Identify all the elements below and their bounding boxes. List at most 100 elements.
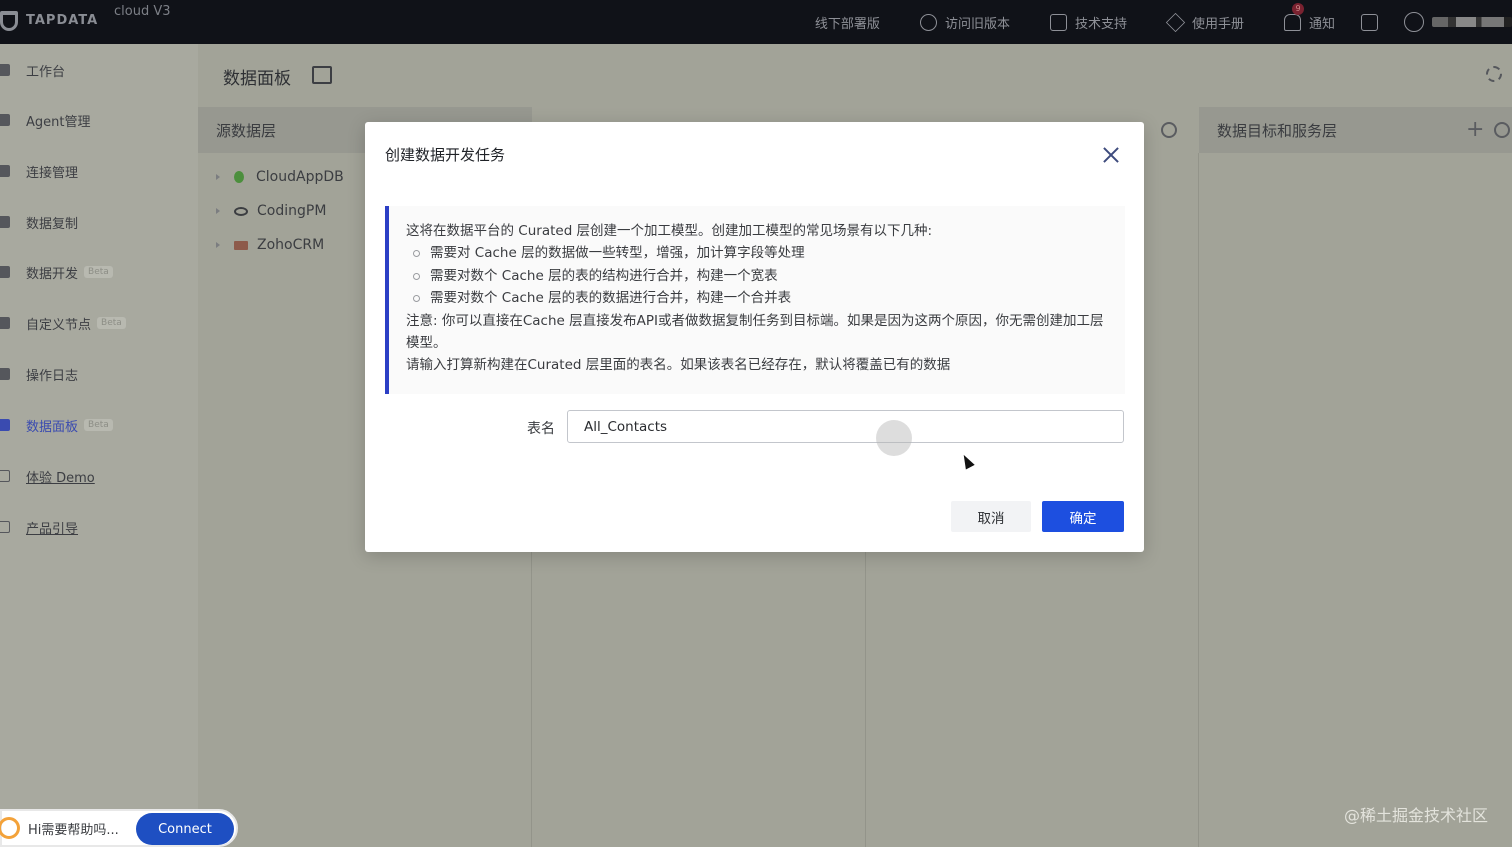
- add-icon[interactable]: +: [1466, 119, 1484, 141]
- connect-button[interactable]: Connect: [136, 813, 234, 845]
- sidebar-item-label: 数据面板: [26, 419, 79, 435]
- sidebar-item-workbench[interactable]: 工作台: [0, 55, 198, 85]
- sidebar-item-label: 数据复制: [26, 216, 79, 232]
- connection-icon: [0, 165, 10, 177]
- sidebar-item-label: Agent管理: [26, 114, 91, 130]
- close-icon[interactable]: [1102, 146, 1120, 164]
- expand-caret-icon[interactable]: [216, 174, 220, 180]
- support-label: 技术支持: [1074, 16, 1127, 32]
- app-switch-button[interactable]: [1361, 13, 1378, 31]
- custom-node-icon: [0, 317, 10, 329]
- mysql-icon: [234, 206, 248, 216]
- notification-link[interactable]: 9 通知: [1283, 2, 1335, 32]
- manual-icon: [1165, 12, 1186, 32]
- sidebar-item-operation-log[interactable]: 操作日志: [0, 359, 198, 389]
- offline-deploy-label: 线下部署版: [814, 16, 880, 32]
- add-window-icon: [1361, 13, 1378, 31]
- search-icon[interactable]: [1494, 122, 1510, 138]
- info-bullet: 需要对数个 Cache 层的表的数据进行合并，构建一个合并表: [406, 287, 1109, 309]
- support-icon: [1049, 13, 1067, 31]
- target-layer-title: 数据目标和服务层: [1217, 121, 1338, 140]
- tree-item-zohocrm[interactable]: ZohoCRM: [216, 237, 324, 253]
- sidebar-item-replication[interactable]: 数据复制: [0, 207, 198, 237]
- table-name-input[interactable]: [567, 410, 1124, 443]
- sidebar-item-label: 数据开发: [26, 266, 79, 282]
- logo-subtitle: cloud V3: [114, 4, 171, 19]
- search-icon[interactable]: [1161, 122, 1177, 138]
- logo-text: TAPDATA: [26, 13, 99, 28]
- user-menu[interactable]: [1404, 12, 1512, 32]
- table-name-label: 表名: [527, 421, 555, 437]
- expand-caret-icon[interactable]: [216, 242, 220, 248]
- sidebar-item-agent[interactable]: Agent管理: [0, 105, 198, 135]
- gear-icon[interactable]: [1486, 66, 1502, 82]
- sidebar-item-development[interactable]: 数据开发 Beta: [0, 257, 198, 287]
- confirm-button[interactable]: 确定: [1042, 501, 1124, 532]
- manual-label: 使用手册: [1191, 16, 1244, 32]
- support-link[interactable]: 技术支持: [1049, 13, 1127, 32]
- old-version-link[interactable]: 访问旧版本: [919, 13, 1010, 32]
- sidebar-item-label: 体验 Demo: [26, 470, 95, 486]
- sidebar-item-demo[interactable]: 体验 Demo: [0, 461, 198, 491]
- external-link-icon: [0, 470, 10, 482]
- expand-caret-icon[interactable]: [216, 208, 220, 214]
- sidebar-item-label: 自定义节点: [26, 317, 92, 333]
- beta-badge: Beta: [97, 317, 126, 329]
- mongodb-icon: [234, 171, 244, 183]
- dialog-title: 创建数据开发任务: [385, 146, 506, 164]
- sidebar-item-data-panel[interactable]: 数据面板 Beta: [0, 410, 198, 440]
- notification-badge: 9: [1291, 2, 1304, 15]
- sidebar-item-label: 连接管理: [26, 165, 79, 181]
- watermark: @稀土掘金技术社区: [1343, 806, 1488, 825]
- history-icon: [919, 13, 937, 31]
- cancel-button[interactable]: 取消: [951, 501, 1031, 532]
- zoho-icon: [234, 240, 248, 250]
- beta-badge: Beta: [84, 419, 113, 431]
- offline-deploy-link[interactable]: 线下部署版: [815, 13, 880, 32]
- top-nav: 线下部署版 访问旧版本 技术支持 使用手册 9 通知: [815, 0, 1512, 44]
- sidebar-item-guide[interactable]: 产品引导: [0, 512, 198, 542]
- workbench-icon: [0, 64, 10, 76]
- sidebar: 工作台 Agent管理 连接管理 数据复制 数据开发 Beta 自定义节点 Be…: [0, 44, 198, 847]
- manual-link[interactable]: 使用手册: [1165, 12, 1244, 32]
- source-layer-title: 源数据层: [216, 121, 277, 140]
- old-version-label: 访问旧版本: [944, 16, 1010, 32]
- logo[interactable]: TAPDATA cloud V3: [0, 0, 180, 44]
- chat-avatar-icon: [0, 817, 20, 839]
- click-ripple: [876, 420, 912, 456]
- development-icon: [0, 266, 10, 278]
- sidebar-item-label: 产品引导: [26, 521, 79, 537]
- layout-grid-icon[interactable]: [312, 66, 332, 84]
- create-task-dialog: 创建数据开发任务 这将在数据平台的 Curated 层创建一个加工模型。创建加工…: [365, 122, 1144, 552]
- external-link-icon: [0, 521, 10, 533]
- info-note: 注意: 你可以直接在Cache 层直接发布API或者做数据复制任务到目标端。如果…: [406, 312, 1104, 352]
- info-intro: 这将在数据平台的 Curated 层创建一个加工模型。创建加工模型的常见场景有以…: [406, 223, 933, 239]
- tree-item-label: CodingPM: [257, 203, 327, 219]
- chat-prompt-text: Hi需要帮助吗...: [28, 822, 119, 838]
- data-panel-icon: [0, 419, 10, 431]
- notification-label: 通知: [1308, 16, 1335, 32]
- mouse-cursor-icon: [959, 452, 975, 470]
- info-prompt: 请输入打算新构建在Curated 层里面的表名。如果该表名已经存在，默认将覆盖已…: [406, 357, 951, 374]
- log-icon: [0, 368, 10, 380]
- page-title: 数据面板: [223, 69, 291, 89]
- tree-item-label: ZohoCRM: [257, 237, 325, 253]
- sidebar-item-label: 操作日志: [26, 368, 79, 384]
- sidebar-item-label: 工作台: [26, 64, 66, 80]
- bell-icon: [1283, 13, 1301, 31]
- info-bullet: 需要对 Cache 层的数据做一些转型，增强，加计算字段等处理: [406, 242, 1109, 264]
- agent-icon: [0, 114, 10, 126]
- top-bar: TAPDATA cloud V3 线下部署版 访问旧版本 技术支持 使用手册 9…: [0, 0, 1512, 44]
- sidebar-item-connections[interactable]: 连接管理: [0, 156, 198, 186]
- replication-icon: [0, 216, 10, 228]
- info-box: 这将在数据平台的 Curated 层创建一个加工模型。创建加工模型的常见场景有以…: [385, 206, 1125, 394]
- sidebar-item-custom-node[interactable]: 自定义节点 Beta: [0, 308, 198, 338]
- tree-item-codingpm[interactable]: CodingPM: [216, 203, 326, 219]
- tapdata-logo-icon: [0, 11, 18, 31]
- tree-item-cloudappdb[interactable]: CloudAppDB: [216, 169, 344, 185]
- username-redacted: [1432, 17, 1512, 27]
- info-bullet: 需要对数个 Cache 层的表的结构进行合并，构建一个宽表: [406, 265, 1109, 287]
- help-chat-widget[interactable]: Hi需要帮助吗... Connect: [0, 809, 238, 847]
- user-avatar-icon: [1404, 12, 1424, 32]
- beta-badge: Beta: [84, 266, 113, 278]
